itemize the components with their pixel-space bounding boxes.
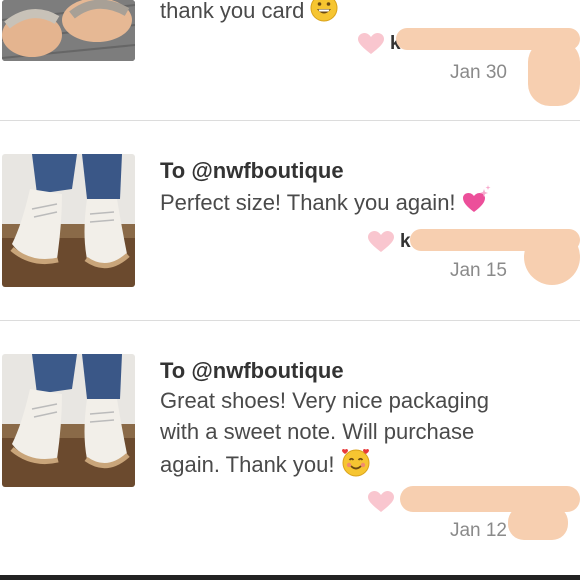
review-recipient[interactable]: To @nwfboutique [160,358,344,384]
review-card: To @nwfboutique Great shoes! Very nice p… [0,321,580,575]
white-sneakers-photo[interactable] [2,354,135,487]
review-text-line: Great shoes! Very nice packaging [160,388,489,413]
heart-icon[interactable] [368,231,394,253]
review-text-line: with a sweet note. Will purchase [160,419,475,444]
white-sneakers-photo[interactable] [2,154,135,287]
grinning-face-icon [310,0,338,30]
review-text: thank you card [160,0,560,30]
sandals-photo[interactable] [2,0,135,61]
review-date: Jan 30 [449,62,507,83]
redaction-mark [508,506,568,540]
bottom-edge-bar [0,575,580,580]
redaction-mark [524,229,580,285]
smiling-face-with-hearts-icon [341,447,371,485]
review-card: To @nwfboutique Perfect size! Thank you … [0,121,580,320]
heart-icon[interactable] [358,33,384,55]
review-recipient[interactable]: To @nwfboutique [160,158,344,184]
review-date: Jan 12 [449,520,507,541]
review-text: Perfect size! Thank you again! [160,185,560,223]
sparkling-heart-icon [462,185,492,223]
review-card: thank you card k Jan 30 [0,0,580,120]
reviewer-username[interactable]: k [400,231,411,253]
heart-icon[interactable] [368,491,394,513]
redaction-mark [528,40,580,106]
review-date: Jan 15 [449,260,507,281]
review-text: Great shoes! Very nice packaging with a … [160,385,560,485]
review-text-line-last: again. Thank you! [160,447,560,485]
